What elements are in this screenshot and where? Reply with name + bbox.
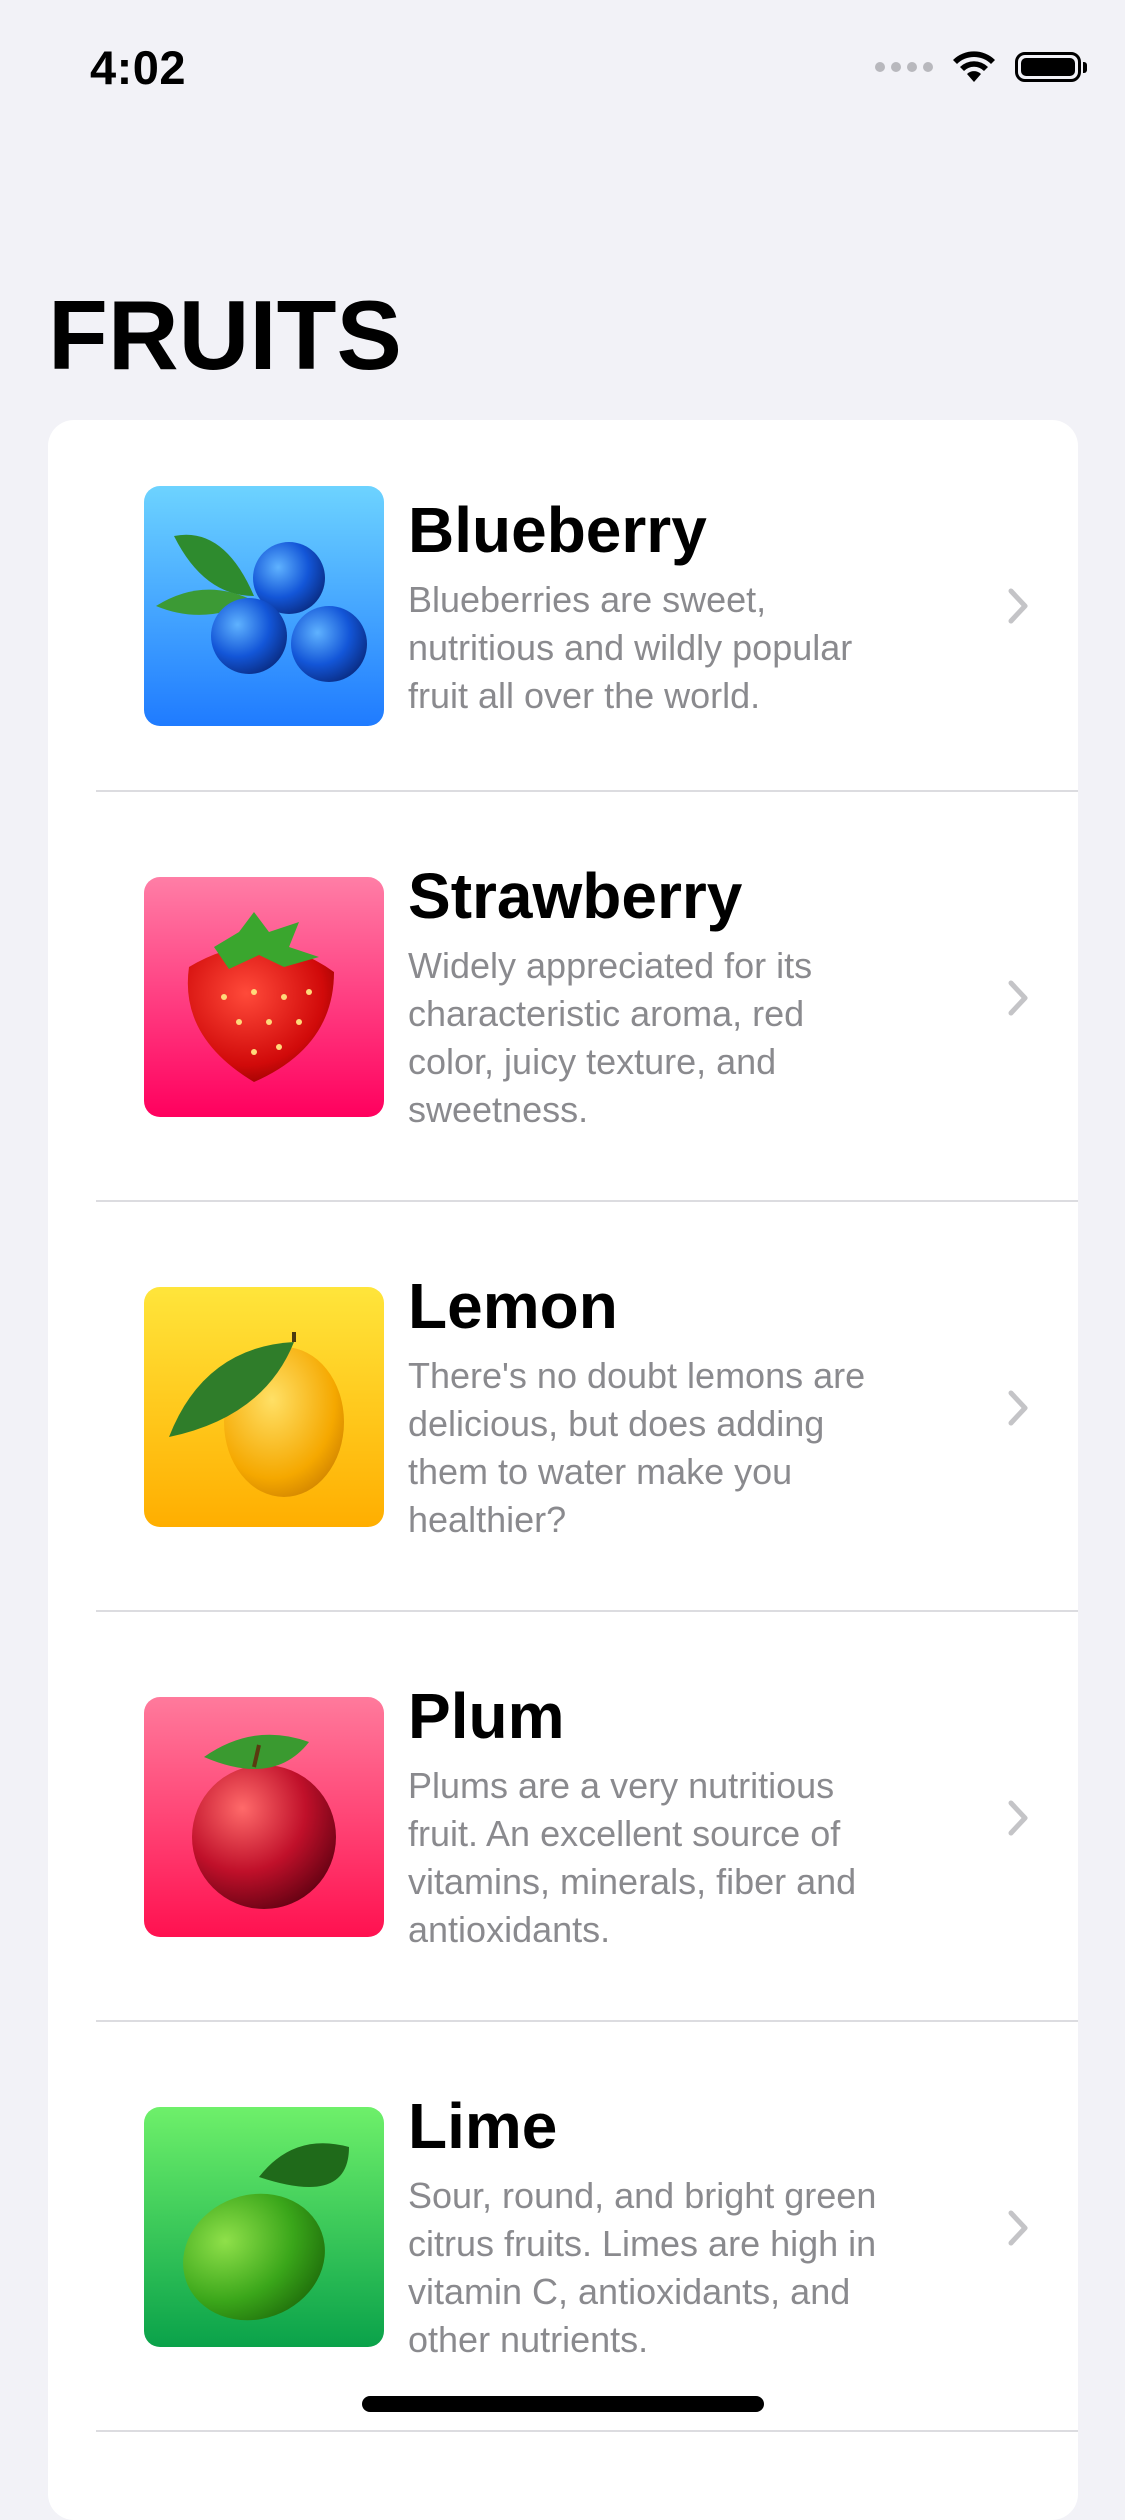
divider bbox=[96, 2430, 1078, 2432]
fruit-name: Lime bbox=[408, 2090, 558, 2162]
list-item-blueberry[interactable]: Blueberry Blueberries are sweet, nutriti… bbox=[48, 420, 1078, 792]
chevron-right-icon bbox=[1008, 588, 1028, 624]
list-item-lemon[interactable]: Lemon There's no doubt lemons are delici… bbox=[48, 1202, 1078, 1612]
home-indicator[interactable] bbox=[362, 2396, 764, 2412]
list-item-strawberry[interactable]: Strawberry Widely appreciated for its ch… bbox=[48, 792, 1078, 1202]
fruit-name: Plum bbox=[408, 1680, 565, 1752]
lemon-image bbox=[144, 1287, 384, 1527]
fruit-description: Blueberries are sweet, nutritious and wi… bbox=[408, 579, 853, 716]
fruit-name: Lemon bbox=[408, 1270, 618, 1342]
fruit-name: Strawberry bbox=[408, 860, 743, 932]
chevron-right-icon bbox=[1008, 1800, 1028, 1836]
lime-image bbox=[144, 2107, 384, 2347]
fruit-description: Sour, round, and bright green citrus fru… bbox=[408, 2175, 877, 2360]
fruit-list: Blueberry Blueberries are sweet, nutriti… bbox=[48, 420, 1078, 2520]
status-time: 4:02 bbox=[90, 41, 187, 94]
list-item-plum[interactable]: Plum Plums are a very nutritious fruit. … bbox=[48, 1612, 1078, 2022]
fruit-description: There's no doubt lemons are delicious, b… bbox=[408, 1355, 866, 1540]
page-title: FRUITS bbox=[48, 280, 402, 390]
fruit-name: Blueberry bbox=[408, 494, 707, 566]
chevron-right-icon bbox=[1008, 2210, 1028, 2246]
status-bar: 4:02 bbox=[0, 0, 1125, 140]
fruit-description: Widely appreciated for its characteristi… bbox=[408, 945, 813, 1130]
wifi-icon bbox=[953, 51, 995, 82]
chevron-right-icon bbox=[1008, 980, 1028, 1016]
fruit-description: Plums are a very nutritious fruit. An ex… bbox=[408, 1765, 857, 1950]
cellular-signal-icon bbox=[875, 62, 933, 72]
strawberry-image bbox=[144, 877, 384, 1117]
status-icons bbox=[875, 50, 1087, 84]
chevron-right-icon bbox=[1008, 1390, 1028, 1426]
battery-icon bbox=[1015, 52, 1087, 82]
plum-image bbox=[144, 1697, 384, 1937]
list-item-lime[interactable]: Lime Sour, round, and bright green citru… bbox=[48, 2022, 1078, 2432]
blueberry-image bbox=[144, 486, 384, 726]
